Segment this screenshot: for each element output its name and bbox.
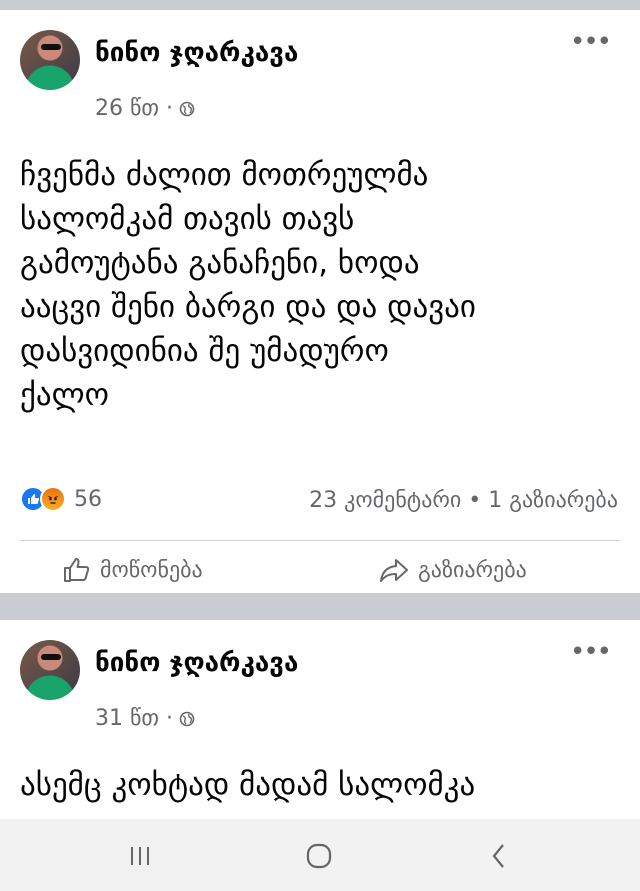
globe-icon: [179, 711, 195, 726]
post-time[interactable]: 31 წთ ·: [95, 706, 173, 731]
share-button[interactable]: გაზიარება: [378, 556, 527, 584]
share-label: გაზიარება: [418, 557, 527, 583]
more-options-icon[interactable]: •••: [570, 639, 612, 665]
post-meta: 31 წთ ·: [95, 706, 195, 731]
divider: [20, 540, 620, 541]
author-name[interactable]: ნინო ჯღარკავა: [95, 648, 298, 678]
globe-icon: [179, 101, 195, 116]
post-text: ასემც კოხტად მადამ სალომკა: [20, 767, 476, 803]
post-meta: 26 წთ ·: [95, 96, 195, 121]
avatar[interactable]: [20, 640, 80, 700]
reactions-summary[interactable]: 56: [20, 486, 102, 512]
post-card: ნინო ჯღარკავა 31 წთ · ••• ასემც კოხტად მ…: [0, 620, 640, 820]
more-options-icon[interactable]: •••: [570, 29, 612, 55]
back-icon[interactable]: [484, 841, 514, 871]
recent-apps-icon[interactable]: [125, 841, 155, 871]
home-icon[interactable]: [304, 841, 334, 871]
angry-reaction-icon: [40, 486, 66, 512]
system-navigation-bar: [0, 819, 640, 891]
author-name[interactable]: ნინო ჯღარკავა: [95, 38, 298, 68]
like-button[interactable]: მოწონება: [62, 556, 203, 584]
post-text: ჩვენმა ძალით მოთრეულმა სალომკამ თავის თა…: [20, 157, 476, 413]
share-arrow-icon: [380, 559, 408, 582]
comments-shares-count[interactable]: 23 კომენტარი • 1 გაზიარება: [309, 488, 618, 513]
post-card: ნინო ჯღარკავა 26 წთ · ••• ჩვენმა ძალით მ…: [0, 10, 640, 593]
thumbs-up-icon: [64, 558, 90, 582]
avatar[interactable]: [20, 30, 80, 90]
like-label: მოწონება: [100, 557, 203, 583]
post-time[interactable]: 26 წთ ·: [95, 96, 173, 121]
reaction-count: 56: [74, 486, 102, 512]
